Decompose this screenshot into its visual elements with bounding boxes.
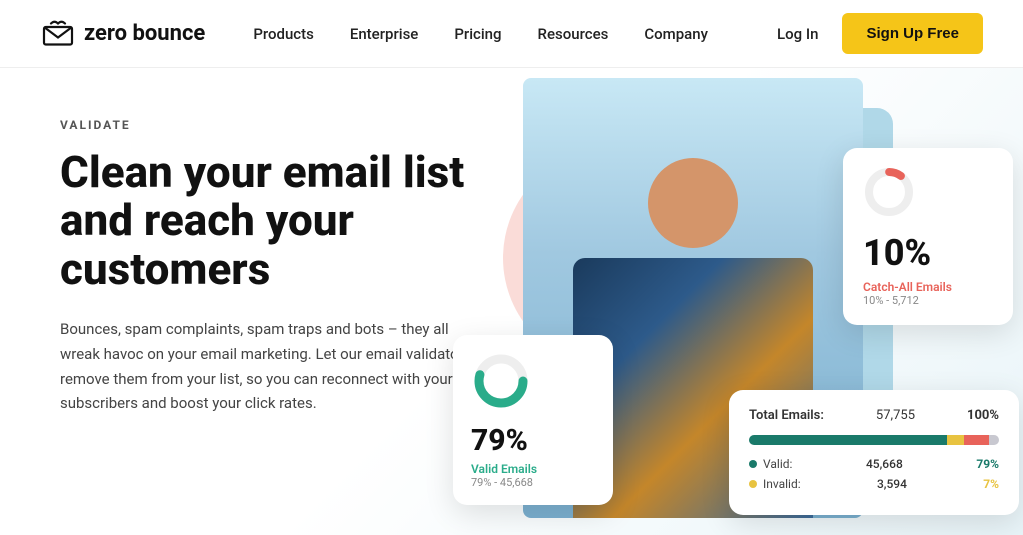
signup-button[interactable]: Sign Up Free xyxy=(842,13,983,54)
stat-row-valid: Valid: 45,668 79% xyxy=(749,457,999,471)
logo[interactable]: zero bounce xyxy=(40,20,205,48)
nav-pricing[interactable]: Pricing xyxy=(454,25,501,43)
login-button[interactable]: Log In xyxy=(777,25,818,43)
stats-total: 57,755 xyxy=(876,408,915,423)
pb-other xyxy=(989,435,999,445)
hero-content: VALIDATE Clean your email list and reach… xyxy=(0,68,500,535)
donut-chart-small xyxy=(863,166,915,218)
nav-company[interactable]: Company xyxy=(644,25,708,43)
validate-label: VALIDATE xyxy=(60,118,500,132)
hero-section: VALIDATE Clean your email list and reach… xyxy=(0,68,1023,535)
valid-label: Valid Emails xyxy=(471,462,595,476)
nav-products[interactable]: Products xyxy=(253,25,314,43)
hero-description: Bounces, spam complaints, spam traps and… xyxy=(60,317,480,416)
invalid-count: 3,594 xyxy=(877,477,907,491)
valid-count: 45,668 xyxy=(866,457,903,471)
catchall-label: Catch-All Emails xyxy=(863,280,993,294)
valid-dot: Valid: xyxy=(749,457,792,471)
catchall-percent: 10% xyxy=(863,232,993,274)
invalid-dot: Invalid: xyxy=(749,477,801,491)
pb-catchall xyxy=(964,435,989,445)
nav-links: Products Enterprise Pricing Resources Co… xyxy=(253,25,777,43)
card-valid: 79% Valid Emails 79% - 45,668 xyxy=(453,335,613,505)
pb-valid xyxy=(749,435,947,445)
invalid-pct: 7% xyxy=(983,477,999,491)
person-head xyxy=(648,158,738,248)
progress-bar xyxy=(749,435,999,445)
hero-title: Clean your email list and reach your cus… xyxy=(60,148,500,293)
valid-percent: 79% xyxy=(471,423,595,458)
hero-visual: 10% Catch-All Emails 10% - 5,712 79% Val… xyxy=(443,68,1023,535)
valid-sublabel: 79% - 45,668 xyxy=(471,476,595,489)
stats-total-pct: 100% xyxy=(967,408,999,423)
navbar: zero bounce Products Enterprise Pricing … xyxy=(0,0,1023,68)
nav-resources[interactable]: Resources xyxy=(538,25,609,43)
stat-row-invalid: Invalid: 3,594 7% xyxy=(749,477,999,491)
stats-title: Total Emails: xyxy=(749,408,824,423)
donut-chart-valid xyxy=(471,351,531,411)
nav-actions: Log In Sign Up Free xyxy=(777,13,983,54)
logo-icon xyxy=(40,20,76,48)
card-catchall: 10% Catch-All Emails 10% - 5,712 xyxy=(843,148,1013,325)
valid-pct: 79% xyxy=(976,457,999,471)
nav-enterprise[interactable]: Enterprise xyxy=(350,25,418,43)
catchall-sublabel: 10% - 5,712 xyxy=(863,294,993,307)
logo-text: zero bounce xyxy=(84,21,205,46)
pb-invalid xyxy=(947,435,965,445)
stats-header: Total Emails: 57,755 100% xyxy=(749,408,999,423)
card-stats: Total Emails: 57,755 100% Valid: 45,668 … xyxy=(729,390,1019,515)
